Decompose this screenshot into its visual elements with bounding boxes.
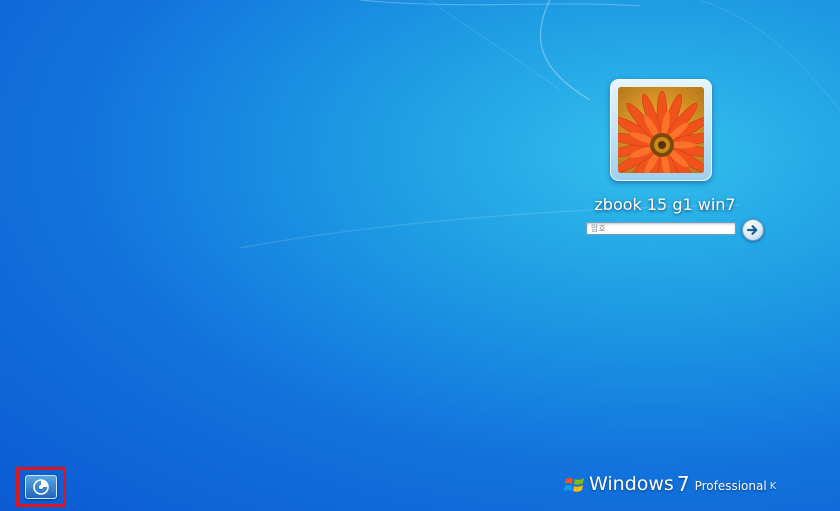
username-label: zbook 15 g1 win7	[594, 195, 736, 214]
brand-version: 7	[676, 472, 690, 496]
brand-mark: K	[769, 481, 777, 492]
brand-edition: Professional	[694, 479, 767, 493]
brand-word: Windows	[589, 473, 674, 495]
arrow-right-icon	[746, 225, 758, 235]
windows-branding: Windows 7 Professional K	[564, 469, 776, 495]
ease-of-access-button[interactable]	[16, 467, 66, 507]
ease-of-access-tile	[25, 475, 57, 499]
windows-logo-icon	[564, 478, 584, 492]
user-avatar	[618, 87, 704, 173]
login-screen: { "user": { "name": "zbook 15 g1 win7" }…	[0, 0, 840, 511]
background-streaks	[239, 0, 840, 249]
submit-button[interactable]	[742, 219, 764, 241]
ease-of-access-icon	[33, 479, 49, 495]
flower-icon	[618, 87, 704, 173]
password-field[interactable]	[586, 222, 736, 235]
user-avatar-frame[interactable]	[610, 79, 712, 181]
